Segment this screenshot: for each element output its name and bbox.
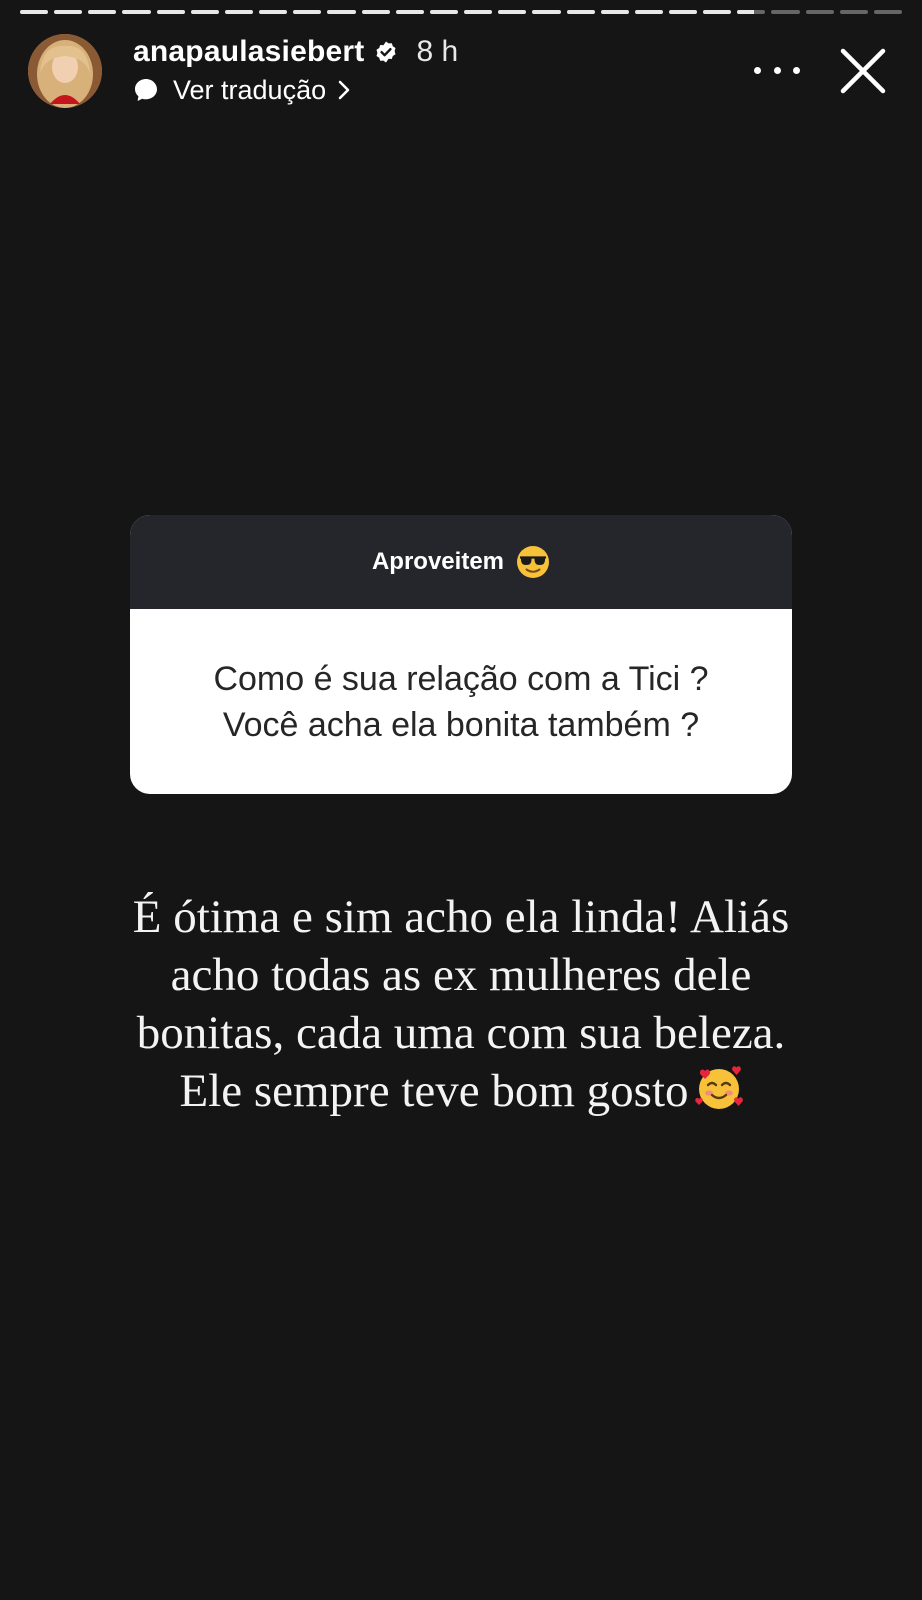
verified-badge-icon xyxy=(376,41,396,63)
story-progress-segment xyxy=(464,10,493,14)
question-sticker-header: Aproveitem xyxy=(130,515,792,609)
story-progress-fill xyxy=(293,10,322,14)
story-timestamp: 8 h xyxy=(416,35,459,68)
question-sticker: Aproveitem Como é sua relação com a Tici… xyxy=(130,515,792,794)
question-sticker-title: Aproveitem xyxy=(371,548,505,575)
profile-photo-icon xyxy=(28,34,102,108)
story-progress-segment xyxy=(634,10,663,14)
story-progress-fill xyxy=(668,10,698,14)
story-progress-segment xyxy=(259,10,288,14)
story-progress-segment xyxy=(190,10,219,14)
smiling-face-with-hearts-emoji-icon xyxy=(694,1066,743,1109)
story-progress-fill xyxy=(464,10,493,14)
story-progress-segment xyxy=(873,10,903,14)
avatar[interactable] xyxy=(28,34,102,108)
story-progress-fill xyxy=(395,10,424,14)
story-progress-fill xyxy=(190,10,219,14)
story-progress-segment xyxy=(737,10,766,14)
story-progress-segment xyxy=(566,10,595,14)
story-progress-segment xyxy=(668,10,698,14)
answer-line-last: Ele sempre teve bom gosto xyxy=(70,1062,852,1120)
story-progress-fill xyxy=(532,10,561,14)
story-progress-fill xyxy=(156,10,185,14)
translate-button[interactable]: Ver tradução xyxy=(133,74,352,106)
question-sticker-body: Como é sua relação com a Tici ? Você ach… xyxy=(130,609,792,794)
story-progress-segment xyxy=(771,10,800,14)
story-progress-fill xyxy=(327,10,356,14)
story-progress-segment xyxy=(54,10,83,14)
story-progress-fill xyxy=(498,10,527,14)
sunglasses-emoji-icon xyxy=(517,546,550,578)
story-progress-fill xyxy=(259,10,288,14)
translate-label: Ver tradução xyxy=(173,74,327,105)
question-line: Como é sua relação com a Tici ? xyxy=(213,659,709,698)
story-progress-fill xyxy=(600,10,629,14)
story-progress-segment xyxy=(532,10,561,14)
more-dot-icon xyxy=(793,66,800,74)
more-dot-icon xyxy=(773,66,781,74)
story-progress-fill xyxy=(703,10,732,14)
story-progress-segment xyxy=(293,10,322,14)
story-progress-segment xyxy=(600,10,629,14)
story-progress-segment xyxy=(122,10,151,14)
story-progress-segment xyxy=(361,10,390,14)
story-progress-segment xyxy=(498,10,527,14)
story-progress-fill xyxy=(566,10,595,14)
story-progress-fill xyxy=(224,10,254,14)
story-progress-fill xyxy=(122,10,151,14)
username[interactable]: anapaulasiebert xyxy=(133,35,364,69)
more-dot-icon xyxy=(754,66,761,74)
answer-line: acho todas as ex mulheres dele xyxy=(170,949,752,1001)
story-progress-segment xyxy=(156,10,185,14)
story-answer-text: É ótima e sim acho ela linda! Aliás acho… xyxy=(70,888,852,1120)
story-progress-fill xyxy=(634,10,663,14)
story-progress-segment xyxy=(88,10,117,14)
chevron-right-icon xyxy=(338,80,350,100)
story-progress-segment xyxy=(20,10,49,14)
story-progress-fill xyxy=(737,10,755,14)
story-progress-segment xyxy=(429,10,459,14)
story-progress-segment xyxy=(395,10,424,14)
story-progress-fill xyxy=(361,10,390,14)
story-progress-segment xyxy=(703,10,732,14)
more-options-button[interactable] xyxy=(754,56,800,84)
story-progress-fill xyxy=(88,10,117,14)
story-progress-segment xyxy=(327,10,356,14)
answer-line: bonitas, cada uma com sua beleza. xyxy=(136,1007,786,1059)
story-progress-fill xyxy=(429,10,459,14)
story-progress-segment xyxy=(839,10,868,14)
story-progress-segment xyxy=(224,10,254,14)
story-progress-fill xyxy=(20,10,49,14)
story-header-user: anapaulasiebert 8 h xyxy=(133,34,458,70)
story-progress-segment xyxy=(805,10,834,14)
story-progress-bar xyxy=(20,10,903,14)
question-line: Você acha ela bonita também ? xyxy=(222,705,700,744)
answer-line: Ele sempre teve bom gosto xyxy=(179,1065,689,1117)
question-text: Como é sua relação com a Tici ? Você ach… xyxy=(183,656,738,748)
story-progress-fill xyxy=(54,10,83,14)
close-icon[interactable] xyxy=(838,46,888,96)
speech-bubble-icon xyxy=(135,79,157,101)
answer-line: É ótima e sim acho ela linda! Aliás xyxy=(132,891,790,943)
